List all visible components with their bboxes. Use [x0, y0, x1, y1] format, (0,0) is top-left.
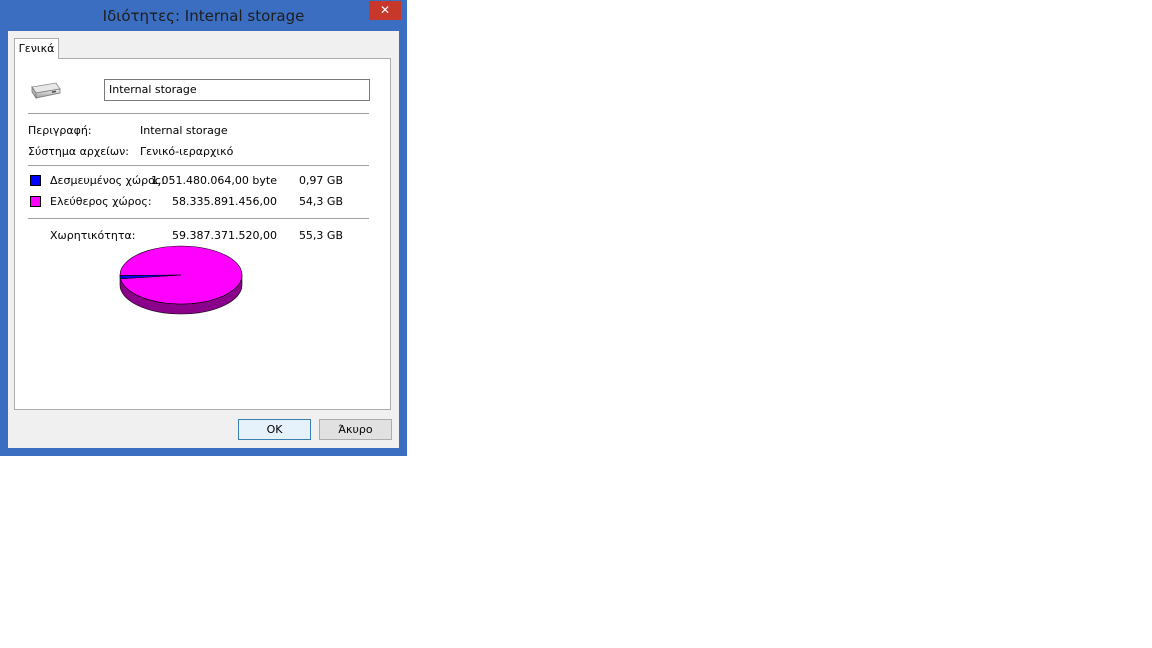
dialog-client-area: Γενικά Internal storage Περιγραφή: Inter… — [8, 31, 399, 448]
window-title: Ιδιότητες: Internal storage — [102, 7, 305, 25]
drive-name-input[interactable]: Internal storage — [104, 79, 370, 101]
used-space-label: Δεσμευμένος χώρος: — [50, 174, 165, 187]
tab-general[interactable]: Γενικά — [14, 38, 59, 59]
separator — [28, 165, 369, 166]
capacity-bytes: 59.387.371.520,00 — [172, 229, 277, 242]
filesystem-value: Γενικό-ιεραρχικό — [140, 145, 234, 158]
close-button[interactable]: ✕ — [369, 1, 401, 20]
description-value: Internal storage — [140, 124, 228, 137]
filesystem-label: Σύστημα αρχείων: — [28, 145, 129, 158]
capacity-size: 55,3 GB — [298, 229, 343, 242]
cancel-button[interactable]: Άκυρο — [319, 419, 392, 440]
usage-pie-chart — [119, 245, 243, 315]
capacity-label: Χωρητικότητα: — [50, 229, 136, 242]
free-space-bytes: 58.335.891.456,00 — [172, 195, 277, 208]
ok-button[interactable]: OK — [238, 419, 311, 440]
general-panel: Internal storage Περιγραφή: Internal sto… — [14, 58, 391, 410]
separator — [28, 113, 369, 114]
drive-icon — [31, 82, 61, 100]
used-space-bytes: 1.051.480.064,00 byte — [150, 174, 277, 187]
free-space-size: 54,3 GB — [298, 195, 343, 208]
title-bar[interactable]: Ιδιότητες: Internal storage ✕ — [0, 0, 407, 32]
separator — [28, 218, 369, 219]
close-icon: ✕ — [379, 3, 391, 17]
used-space-swatch — [30, 175, 41, 186]
used-space-size: 0,97 GB — [298, 174, 343, 187]
free-space-label: Ελεύθερος χώρος: — [50, 195, 152, 208]
free-space-swatch — [30, 196, 41, 207]
properties-window: Ιδιότητες: Internal storage ✕ Γενικά Int… — [0, 0, 407, 456]
description-label: Περιγραφή: — [28, 124, 92, 137]
